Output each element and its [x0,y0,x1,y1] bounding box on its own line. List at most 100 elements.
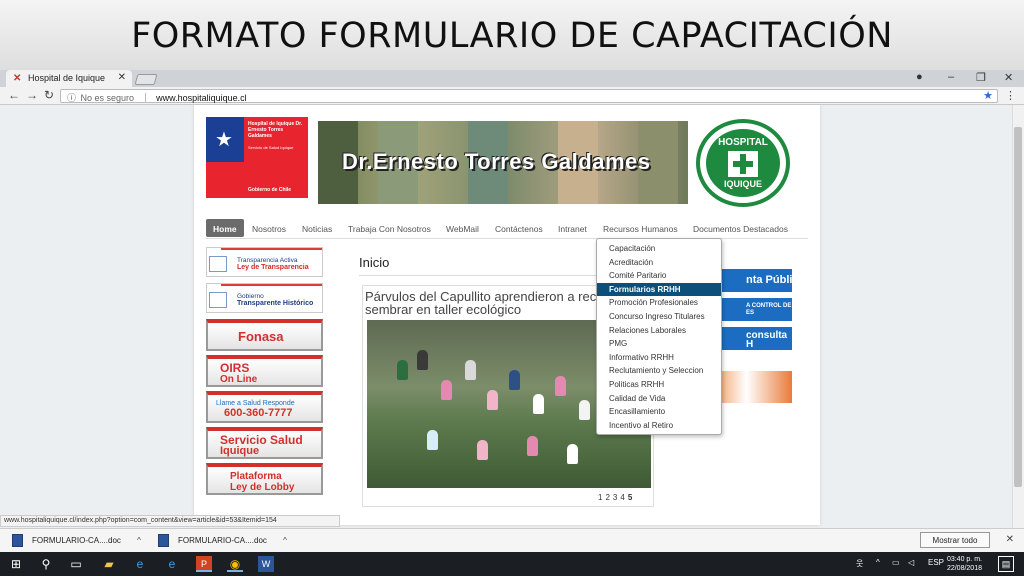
clock-time: 03:40 p. m. [946,556,982,563]
nav-intranet[interactable]: Intranet [558,219,587,237]
new-tab-button[interactable] [134,74,158,85]
dropdown-item-encasillamiento[interactable]: Encasillamiento [597,405,721,419]
dropdown-item-politicas[interactable]: Politicas RRHH [597,378,721,392]
logo-line2: Servicio de Salud Iquique [248,145,294,150]
tray-chevron-icon[interactable]: ^ [876,558,880,567]
chevron-up-icon[interactable]: ^ [137,536,141,545]
consulta-button[interactable]: consulta H [716,327,792,350]
info-icon[interactable]: ⓘ [67,93,76,103]
dropdown-item-informativo[interactable]: Informativo RRHH [597,351,721,365]
dropdown-item-incentivo[interactable]: Incentivo al Retiro [597,419,721,433]
gobierno-logo[interactable]: ★ Hospital de Iquique Dr. Ernesto Torres… [206,117,308,198]
kids-promo-image[interactable] [716,371,792,403]
chrome-icon[interactable]: ◉ [227,556,243,572]
notification-icon[interactable]: ▤ [998,556,1014,572]
nav-noticias[interactable]: Noticias [302,219,332,237]
scrollbar-thumb[interactable] [1014,127,1022,487]
search-icon[interactable]: ⚲ [38,556,54,572]
dropdown-item-formularios-rrhh[interactable]: Formularios RRHH [597,282,721,297]
sidebar-gobierno-l1: Gobierno [237,293,264,300]
volume-icon[interactable]: ◁ [908,558,914,567]
people-icon[interactable]: 웃 [856,558,863,569]
profile-icon[interactable]: ● [916,71,923,83]
address-url[interactable]: www.hospitaliquique.cl [156,93,247,103]
nav-recursos-humanos[interactable]: Recursos Humanos [603,219,678,237]
edge-icon[interactable]: e [132,556,148,572]
security-status: No es seguro [80,93,135,103]
windows-start-icon[interactable]: ⊞ [8,556,24,572]
dropdown-item-calidad-vida[interactable]: Calidad de Vida [597,392,721,406]
close-window-icon[interactable]: ✕ [1004,71,1013,84]
address-bar[interactable]: ⓘ No es seguro www.hospitaliquique.cl ★ [60,89,998,103]
download-item[interactable]: FORMULARIO-CA....doc ^ [12,534,141,548]
cuenta-publica-label: nta Pública [746,274,792,286]
photo-figure [555,376,566,396]
page-scrollbar[interactable] [1012,105,1024,531]
page-heading: Inicio [359,255,390,270]
reload-icon[interactable]: ↻ [44,88,54,102]
cuenta-publica-button[interactable]: nta Pública [716,269,792,292]
pager-page-current[interactable]: 5 [628,493,635,502]
nav-nosotros[interactable]: Nosotros [252,219,286,237]
restore-icon[interactable]: ❐ [976,71,986,84]
task-view-icon[interactable]: ▭ [68,556,84,572]
tab-title: Hospital de Iquique [28,73,106,83]
dropdown-item-concurso[interactable]: Concurso Ingreso Titulares [597,310,721,324]
show-all-button[interactable]: Mostrar todo [920,532,990,548]
sidebar-servicio-salud[interactable]: Servicio Salud Iquique [206,427,323,459]
sidebar-transparencia[interactable]: Transparencia Activa Ley de Transparenci… [206,247,323,277]
dropdown-item-comite-paritario[interactable]: Comité Paritario [597,269,721,283]
sidebar-transparencia-l1: Transparencia Activa [237,257,298,264]
ie-icon[interactable]: e [164,556,180,572]
powerpoint-icon[interactable]: P [196,556,212,572]
network-icon[interactable]: ▭ [892,558,900,567]
sidebar-salud-responde[interactable]: Llame a Salud Responde 600-360-7777 [206,391,323,423]
hospital-logo-bottom: IQUIQUE [723,179,762,189]
dropdown-item-capacitacion[interactable]: Capacitación [597,242,721,256]
control-button[interactable]: A CONTROL DE ES [716,298,792,321]
slide-title-area: FORMATO FORMULARIO DE CAPACITACIÓN [0,0,1024,70]
bookmark-star-icon[interactable]: ★ [983,89,993,102]
keyboard-language[interactable]: ESP [928,558,944,567]
sidebar-accent [221,284,322,286]
back-icon[interactable]: ← [8,88,20,102]
forward-icon[interactable]: → [26,88,38,102]
logo-line3: Gobierno de Chile [248,187,292,193]
photo-figure [477,440,488,460]
photo-figure [397,360,408,380]
dropdown-item-relaciones[interactable]: Relaciones Laborales [597,324,721,338]
chevron-up-icon[interactable]: ^ [283,536,287,545]
banner-name: Dr.Ernesto Torres Galdames [342,149,651,174]
nav-contactenos[interactable]: Contáctenos [495,219,543,237]
sidebar-lobby[interactable]: Plataforma Ley de Lobby [206,463,323,495]
close-downloads-icon[interactable]: ✕ [1006,534,1014,545]
pager-page[interactable]: 2 [605,493,612,502]
word-icon[interactable]: W [258,556,274,572]
pager-page[interactable]: 4 [620,493,627,502]
logo-line1: Hospital de Iquique Dr. Ernesto Torres G… [248,121,303,139]
dropdown-item-acreditacion[interactable]: Acreditación [597,256,721,270]
nav-home[interactable]: Home [206,219,244,237]
dropdown-item-pmg[interactable]: PMG [597,337,721,351]
sidebar-oirs[interactable]: OIRS On Line [206,355,323,387]
taskbar-clock[interactable]: 03:40 p. m. 22/08/2018 [947,555,982,573]
close-tab-icon[interactable]: ✕ [118,72,126,83]
nav-webmail[interactable]: WebMail [446,219,479,237]
consulta-label-l2: H [746,339,754,350]
sidebar-fonasa[interactable]: Fonasa [206,319,323,351]
slider-pager: 12345 [598,493,635,502]
download-item[interactable]: FORMULARIO-CA....doc ^ [158,534,287,548]
dropdown-item-promocion[interactable]: Promoción Profesionales [597,296,721,310]
sidebar-gobierno-transparente[interactable]: Gobierno Transparente Histórico [206,283,323,313]
hospital-favicon-icon: ✕ [13,73,22,84]
file-explorer-icon[interactable]: ▰ [101,556,117,572]
hospital-logo[interactable]: HOSPITAL IQUIQUE [696,119,790,207]
dropdown-item-reclutamiento[interactable]: Reclutamiento y Seleccion [597,364,721,378]
word-doc-icon [158,534,169,547]
browser-toolbar: ← → ↻ ⓘ No es seguro www.hospitaliquique… [0,87,1024,105]
menu-kebab-icon[interactable]: ⋮ [1005,89,1016,102]
browser-tab[interactable]: ✕ Hospital de Iquique ✕ [6,70,132,87]
minimize-icon[interactable]: – [948,71,954,83]
nav-trabaja[interactable]: Trabaja Con Nosotros [348,219,431,237]
nav-documentos[interactable]: Documentos Destacados [693,219,788,237]
